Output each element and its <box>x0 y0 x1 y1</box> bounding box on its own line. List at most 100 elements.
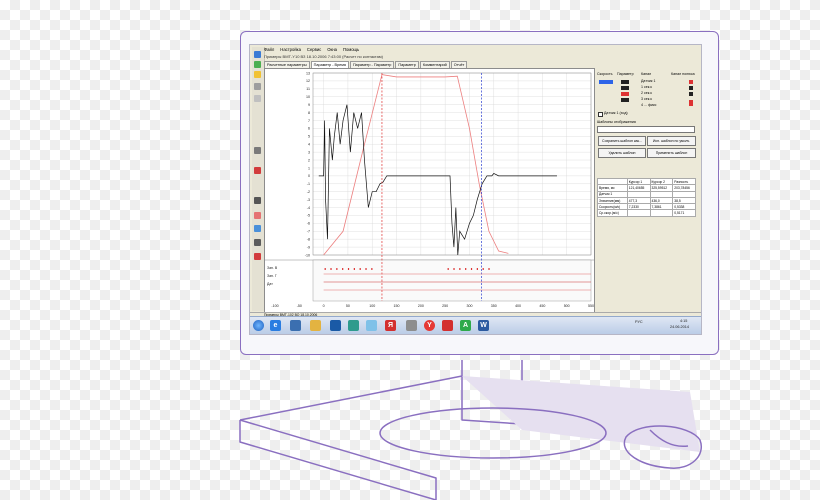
delete-icon[interactable] <box>254 253 261 260</box>
channel-item[interactable]: 4 ... фикс <box>641 103 656 107</box>
marker-icon[interactable] <box>254 167 261 174</box>
clock-time[interactable]: 4:15 <box>680 319 687 323</box>
pole-swatch[interactable] <box>689 80 693 84</box>
app-icon[interactable] <box>442 320 453 331</box>
table-cell: Ср.скор.(м/с) <box>597 209 628 217</box>
y-tick-label: -8 <box>307 237 310 241</box>
menu-settings[interactable]: Настройка <box>280 47 301 53</box>
plot-area[interactable]: 13 12 11 10 9 8 7 6 5 4 3 2 1 0 -1 -2 -3 -4 -5 -6 -7 -8 -9 -10-… <box>264 68 595 313</box>
pole-swatch[interactable] <box>689 86 693 90</box>
cursor-table: Курсор 1 Курсор 2 Разность Время, мс 121,40… <box>597 177 696 217</box>
add-icon[interactable] <box>254 212 261 219</box>
y-tick-label: -2 <box>307 190 310 194</box>
x-tick-label: 0 <box>323 304 325 308</box>
speed-color-swatch[interactable] <box>599 80 613 84</box>
y-tick-label: 7 <box>308 119 310 123</box>
channel-item[interactable]: 1 сек.к <box>641 85 652 89</box>
menu-windows[interactable]: Окна <box>327 47 337 53</box>
x-tick-label: 150 <box>394 304 400 308</box>
apply-template-button[interactable]: Применить шаблон <box>647 148 696 158</box>
start-button-icon[interactable] <box>253 320 264 331</box>
time-plot[interactable]: 131211109876543210-1-2-3-4-5-6-7-8-9-10-… <box>265 69 594 312</box>
app-active-icon[interactable] <box>348 320 359 331</box>
cursor-icon[interactable] <box>254 147 261 154</box>
x-tick-label: 550 <box>588 304 594 308</box>
y-tick-label: -4 <box>307 206 310 210</box>
channel-item[interactable]: Датчик 1 <box>641 79 655 83</box>
y-tick-label: 13 <box>306 71 310 75</box>
y-tick-label: -1 <box>307 182 310 186</box>
param-color-swatch[interactable] <box>621 98 629 102</box>
lock-icon[interactable] <box>254 197 261 204</box>
y-tick-label: 12 <box>306 79 310 83</box>
channel-header: Канал <box>641 72 652 76</box>
chart-icon[interactable] <box>254 225 261 232</box>
print-icon[interactable] <box>254 83 261 90</box>
x-tick-label: 350 <box>491 304 497 308</box>
y-tick-label: 1 <box>308 166 310 170</box>
lane-pulse <box>453 268 455 270</box>
param-color-swatch[interactable] <box>621 92 629 96</box>
x-tick-label: 250 <box>442 304 448 308</box>
table-cell: 0,5171 <box>672 209 696 217</box>
y-tick-label: 9 <box>308 103 310 107</box>
lane-pulse <box>476 268 478 270</box>
y-tick-label: 2 <box>308 158 310 162</box>
explorer-icon[interactable] <box>310 320 321 331</box>
digital-lanes <box>312 259 592 302</box>
window-icon[interactable] <box>366 320 377 331</box>
language-indicator[interactable]: РУС <box>635 320 643 324</box>
folder-icon[interactable] <box>254 71 261 78</box>
menu-service[interactable]: Сервис <box>307 47 321 53</box>
word-icon[interactable]: W <box>478 320 489 331</box>
save-template-button[interactable]: Сохранить шаблон как... <box>598 136 646 146</box>
app-icon[interactable] <box>406 320 417 331</box>
save-icon[interactable] <box>254 61 261 68</box>
sensor-checkbox-label: Датчик 1 (ход) <box>604 111 628 115</box>
y-tick-label: 5 <box>308 135 310 139</box>
menu-help[interactable]: Помощь <box>343 47 359 53</box>
menu-file[interactable]: Файл <box>264 47 274 53</box>
x-tick-label: -100 <box>271 304 278 308</box>
lane-label: Дат <box>267 282 273 286</box>
pole-swatch[interactable] <box>689 100 693 106</box>
speed-header: Скорость <box>597 72 613 76</box>
channel-item[interactable]: 2 сек.к <box>641 91 652 95</box>
lane-pulse <box>347 268 350 270</box>
app-icon[interactable]: A <box>460 320 471 331</box>
x-tick-label: 400 <box>515 304 521 308</box>
media-icon[interactable] <box>290 320 301 331</box>
lane-pulse <box>371 268 373 270</box>
ramp-trace <box>323 74 509 256</box>
delete-template-button[interactable]: Удалить шаблон <box>598 148 646 158</box>
lane-pulse <box>365 268 367 270</box>
param-color-swatch[interactable] <box>621 80 629 84</box>
ie-icon[interactable]: e <box>270 320 281 331</box>
yandex-browser-icon[interactable]: Y <box>424 320 435 331</box>
pole-channel-header: Канал полюса <box>671 72 695 76</box>
lane-pulse <box>470 268 473 270</box>
sensor-checkbox[interactable] <box>598 112 603 117</box>
default-template-button[interactable]: Исп. шаблон по умолч. <box>647 136 696 146</box>
zoom-icon[interactable] <box>254 95 261 102</box>
y-tick-label: -10 <box>305 253 310 257</box>
taskbar: e Я Y A W РУС 4:15 24.06.2014 <box>250 316 701 334</box>
open-icon[interactable] <box>254 51 261 58</box>
clock-date[interactable]: 24.06.2014 <box>670 325 689 329</box>
x-tick-label: 300 <box>466 304 472 308</box>
param-header: Параметр <box>617 72 634 76</box>
y-tick-label: 8 <box>308 111 310 115</box>
settings-icon[interactable] <box>254 239 261 246</box>
y-tick-label: 11 <box>306 87 310 91</box>
param-color-swatch[interactable] <box>621 86 629 90</box>
pole-swatch[interactable] <box>689 92 693 96</box>
lane-pulse <box>342 268 344 270</box>
templates-label: Шаблоны отображения <box>597 120 636 124</box>
channel-item[interactable]: 3 сек.к <box>641 97 652 101</box>
lane-pulse <box>459 268 461 270</box>
menu-bar: Файл Настройка Сервис Окна Помощь <box>264 47 359 53</box>
yandex-icon[interactable]: Я <box>385 320 396 331</box>
template-select[interactable] <box>597 126 695 133</box>
lane-pulse <box>465 268 467 270</box>
app-icon[interactable] <box>330 320 341 331</box>
